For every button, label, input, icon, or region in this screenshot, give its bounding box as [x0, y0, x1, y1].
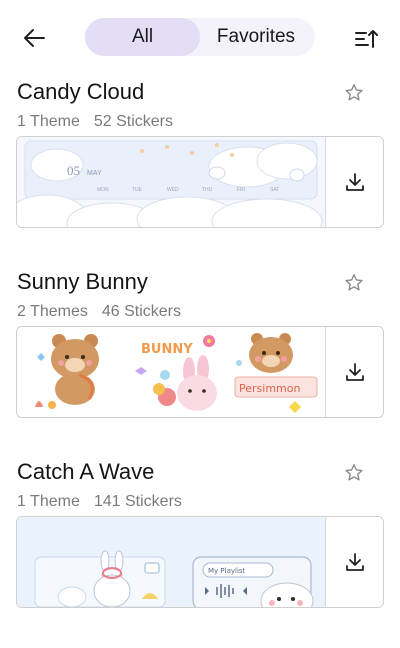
preview-word: BUNNY	[141, 342, 193, 357]
download-button[interactable]	[344, 171, 366, 193]
preview-day: SAT	[270, 187, 279, 193]
star-outline-icon	[345, 274, 363, 291]
tab-favorites[interactable]: Favorites	[198, 18, 314, 56]
download-button[interactable]	[344, 361, 366, 383]
pack-title: Sunny Bunny	[17, 269, 148, 294]
theme-preview-image: 05 MAY MON TUE WED THU FRI SAT	[17, 137, 325, 227]
star-outline-icon	[345, 464, 363, 481]
pack-meta: 1 Theme 52 Stickers	[17, 112, 173, 132]
sticker-count: 46 Stickers	[101, 303, 181, 320]
star-outline-icon	[345, 84, 363, 101]
theme-preview-image: My Playlist	[17, 517, 325, 607]
preview-tag: Persimmon	[239, 382, 300, 395]
sort-button[interactable]	[353, 26, 379, 52]
sticker-pack-card: Sunny Bunny 2 Themes 46 Stickers BUNNY P…	[0, 268, 400, 458]
preview-day: MON	[97, 187, 109, 193]
bunny-theme-illustration: BUNNY Persimmon	[17, 327, 325, 417]
preview-day: TUE	[132, 187, 143, 193]
pack-title: Catch A Wave	[17, 459, 155, 484]
download-area	[325, 327, 383, 417]
tab-all[interactable]: All	[85, 18, 200, 56]
preview-day: WED	[167, 187, 179, 193]
preview-date: 05	[67, 163, 80, 178]
back-button[interactable]	[20, 24, 50, 52]
pack-meta: 2 Themes 46 Stickers	[17, 302, 181, 322]
top-bar: All Favorites	[0, 0, 400, 76]
download-button[interactable]	[344, 551, 366, 573]
filter-segmented-control: All Favorites	[85, 18, 315, 56]
pack-banner[interactable]: My Playlist	[16, 516, 384, 608]
preview-player-label: My Playlist	[208, 567, 246, 575]
preview-day: FRI	[237, 187, 245, 193]
theme-count: 1 Theme	[17, 493, 80, 510]
favorite-button[interactable]	[343, 272, 365, 294]
download-icon	[346, 553, 364, 571]
sticker-count: 141 Stickers	[93, 493, 182, 510]
wave-theme-illustration: My Playlist	[17, 517, 325, 607]
favorite-button[interactable]	[343, 462, 365, 484]
pack-title: Candy Cloud	[17, 79, 145, 104]
bear-sticker	[249, 333, 293, 373]
download-icon	[346, 173, 364, 191]
pack-meta: 1 Theme 141 Stickers	[17, 492, 182, 512]
pack-banner[interactable]: BUNNY Persimmon	[16, 326, 384, 418]
sticker-pack-card: Catch A Wave 1 Theme 141 Stickers My Pla…	[0, 458, 400, 648]
download-icon	[346, 363, 364, 381]
sticker-pack-card: Candy Cloud 1 Theme 52 Stickers 05 MAY M…	[0, 78, 400, 268]
theme-count: 2 Themes	[17, 303, 88, 320]
download-area	[325, 517, 383, 607]
preview-day: THU	[202, 187, 213, 193]
theme-count: 1 Theme	[17, 113, 80, 130]
download-area	[325, 137, 383, 227]
cloud-theme-illustration: 05 MAY MON TUE WED THU FRI SAT	[17, 137, 325, 227]
theme-preview-image: BUNNY Persimmon	[17, 327, 325, 417]
arrow-left-icon	[24, 29, 45, 47]
pack-banner[interactable]: 05 MAY MON TUE WED THU FRI SAT	[16, 136, 384, 228]
preview-month: MAY	[87, 170, 102, 177]
sticker-count: 52 Stickers	[93, 113, 173, 130]
sort-upload-icon	[355, 30, 378, 48]
favorite-button[interactable]	[343, 82, 365, 104]
bear-sticker	[51, 334, 99, 405]
